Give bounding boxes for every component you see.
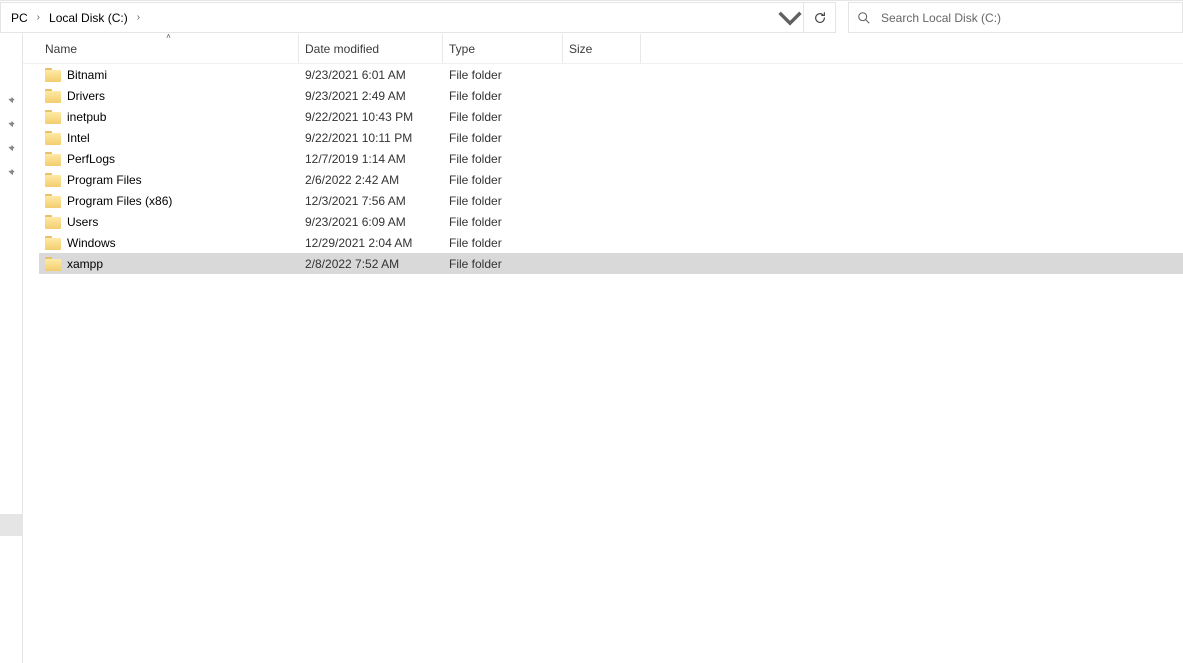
spacer: [836, 1, 848, 34]
file-row[interactable]: Windows 12/29/2021 2:04 AMFile folder: [39, 232, 1183, 253]
file-name-cell: PerfLogs: [39, 152, 299, 166]
file-row[interactable]: Users 9/23/2021 6:09 AMFile folder: [39, 211, 1183, 232]
search-icon: [857, 11, 871, 25]
column-label: Date modified: [305, 42, 379, 56]
column-label: Name: [45, 42, 77, 56]
search-input[interactable]: [881, 11, 1174, 25]
main-area: Name ˄ Date modified Type Size Bitnami 9/…: [0, 34, 1183, 663]
file-date-cell: 2/6/2022 2:42 AM: [299, 173, 443, 187]
search-bar[interactable]: [848, 2, 1183, 33]
top-bar: PC › Local Disk (C:) ›: [0, 0, 1183, 34]
file-type-cell: File folder: [443, 215, 563, 229]
file-name: Program Files (x86): [67, 194, 172, 208]
file-type-cell: File folder: [443, 131, 563, 145]
folder-icon: [45, 215, 61, 229]
folder-icon: [45, 110, 61, 124]
file-date-cell: 9/23/2021 6:01 AM: [299, 68, 443, 82]
file-row[interactable]: Program Files (x86) 12/3/2021 7:56 AMFile…: [39, 190, 1183, 211]
pin-icon[interactable]: [0, 160, 20, 184]
file-list: Bitnami9/23/2021 6:01 AMFile folderDrive…: [23, 64, 1183, 274]
file-name-cell: Users: [39, 215, 299, 229]
file-name-cell: Intel: [39, 131, 299, 145]
file-name: Program Files: [67, 173, 142, 187]
file-type-cell: File folder: [443, 152, 563, 166]
file-date-cell: 9/23/2021 6:09 AM: [299, 215, 443, 229]
file-type-cell: File folder: [443, 173, 563, 187]
file-name-cell: xampp: [39, 257, 299, 271]
refresh-button[interactable]: [804, 2, 836, 33]
column-headers: Name ˄ Date modified Type Size: [23, 34, 1183, 64]
file-name-cell: Program Files (x86): [39, 194, 299, 208]
file-name: Windows: [67, 236, 116, 250]
pin-icon[interactable]: [0, 136, 20, 160]
breadcrumb-item[interactable]: Local Disk (C:): [45, 11, 132, 25]
nav-item-selected[interactable]: [0, 514, 22, 536]
file-type-cell: File folder: [443, 68, 563, 82]
folder-icon: [45, 236, 61, 250]
file-row[interactable]: Program Files 2/6/2022 2:42 AMFile folder: [39, 169, 1183, 190]
file-type-cell: File folder: [443, 257, 563, 271]
file-name-cell: Bitnami: [39, 68, 299, 82]
file-row[interactable]: PerfLogs 12/7/2019 1:14 AMFile folder: [39, 148, 1183, 169]
file-date-cell: 9/23/2021 2:49 AM: [299, 89, 443, 103]
chevron-right-icon[interactable]: ›: [32, 12, 45, 23]
address-bar[interactable]: PC › Local Disk (C:) ›: [0, 2, 804, 33]
file-name: xampp: [67, 257, 103, 271]
folder-icon: [45, 257, 61, 271]
file-type-cell: File folder: [443, 89, 563, 103]
file-name-cell: Windows: [39, 236, 299, 250]
column-label: Size: [569, 42, 592, 56]
column-header-name[interactable]: Name ˄: [39, 34, 299, 63]
file-name: Drivers: [67, 89, 105, 103]
file-date-cell: 12/7/2019 1:14 AM: [299, 152, 443, 166]
pin-icon[interactable]: [0, 112, 20, 136]
file-date-cell: 9/22/2021 10:11 PM: [299, 131, 443, 145]
file-type-cell: File folder: [443, 236, 563, 250]
file-name-cell: Program Files: [39, 173, 299, 187]
file-date-cell: 12/29/2021 2:04 AM: [299, 236, 443, 250]
column-header-type[interactable]: Type: [443, 34, 563, 63]
file-date-cell: 9/22/2021 10:43 PM: [299, 110, 443, 124]
folder-icon: [45, 173, 61, 187]
sort-ascending-icon: ˄: [166, 32, 171, 41]
file-type-cell: File folder: [443, 194, 563, 208]
file-type-cell: File folder: [443, 110, 563, 124]
nav-rail: [0, 34, 22, 663]
breadcrumb: PC › Local Disk (C:) ›: [5, 11, 777, 25]
file-name: inetpub: [67, 110, 106, 124]
file-row[interactable]: inetpub 9/22/2021 10:43 PMFile folder: [39, 106, 1183, 127]
column-label: Type: [449, 42, 475, 56]
chevron-right-icon[interactable]: ›: [132, 12, 145, 23]
file-view: Name ˄ Date modified Type Size Bitnami 9/…: [22, 34, 1183, 663]
file-row[interactable]: xampp 2/8/2022 7:52 AMFile folder: [39, 253, 1183, 274]
file-date-cell: 12/3/2021 7:56 AM: [299, 194, 443, 208]
column-header-size[interactable]: Size: [563, 34, 641, 63]
folder-icon: [45, 68, 61, 82]
file-row[interactable]: Bitnami 9/23/2021 6:01 AMFile folder: [39, 64, 1183, 85]
folder-icon: [45, 89, 61, 103]
pin-icon[interactable]: [0, 88, 20, 112]
file-name-cell: inetpub: [39, 110, 299, 124]
column-header-date[interactable]: Date modified: [299, 34, 443, 63]
folder-icon: [45, 152, 61, 166]
file-name: PerfLogs: [67, 152, 115, 166]
folder-icon: [45, 194, 61, 208]
breadcrumb-item[interactable]: PC: [7, 11, 32, 25]
file-name: Users: [67, 215, 98, 229]
file-date-cell: 2/8/2022 7:52 AM: [299, 257, 443, 271]
file-name-cell: Drivers: [39, 89, 299, 103]
file-name: Intel: [67, 131, 90, 145]
address-history-dropdown[interactable]: [777, 3, 803, 32]
folder-icon: [45, 131, 61, 145]
file-name: Bitnami: [67, 68, 107, 82]
file-row[interactable]: Drivers 9/23/2021 2:49 AMFile folder: [39, 85, 1183, 106]
file-row[interactable]: Intel 9/22/2021 10:11 PMFile folder: [39, 127, 1183, 148]
